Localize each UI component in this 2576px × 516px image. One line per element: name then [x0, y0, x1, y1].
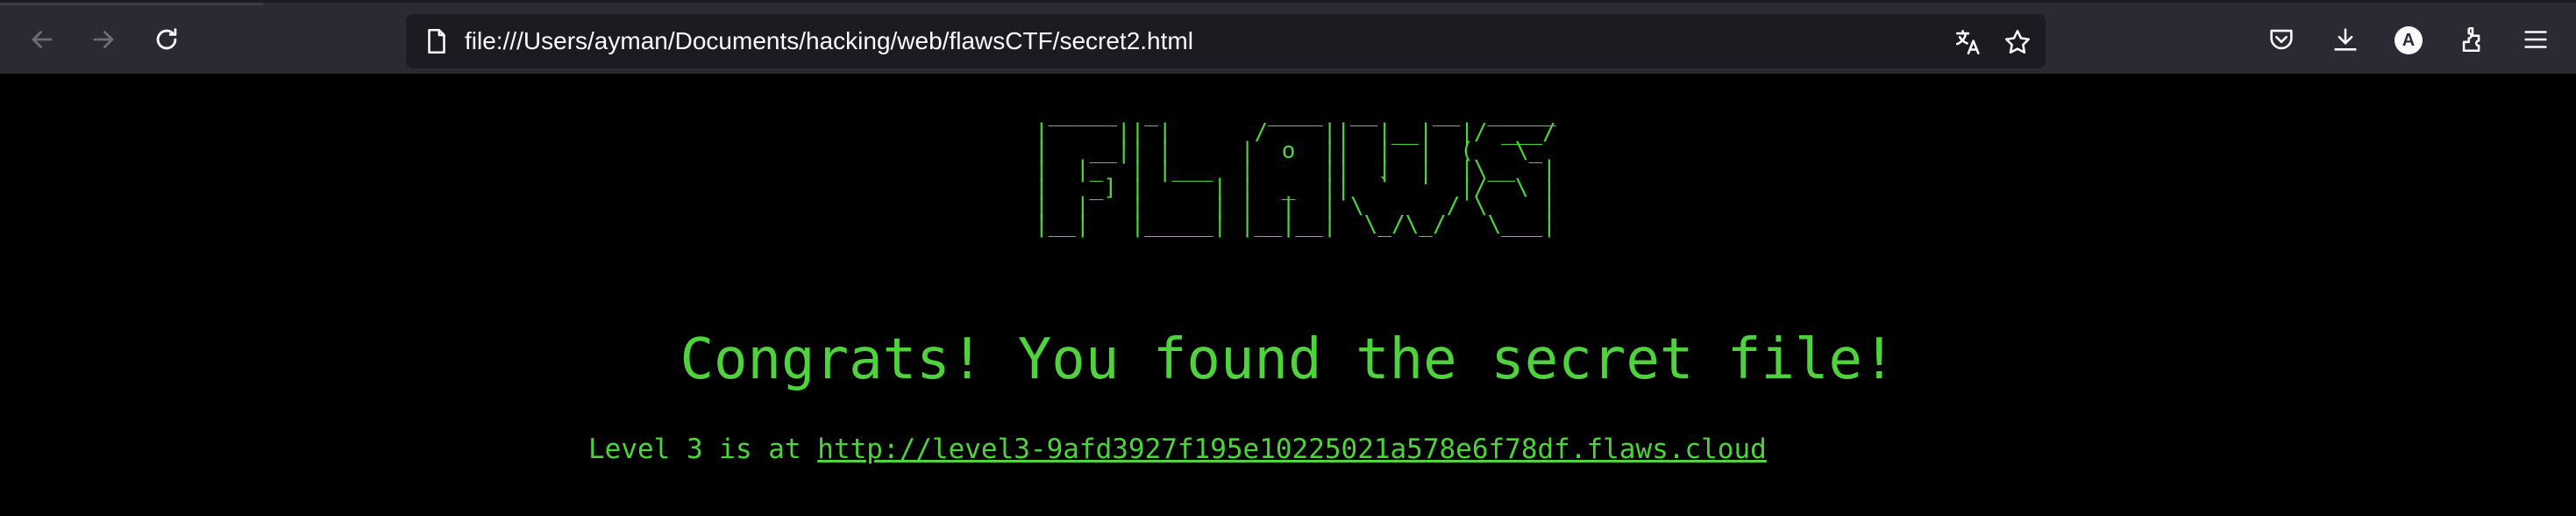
- extensions-button[interactable]: [2451, 18, 2494, 61]
- page-content: _____ _ ____ __ __ _____ | || | / || |__…: [0, 74, 2576, 516]
- arrow-left-icon: [32, 31, 53, 48]
- translate-button[interactable]: [1951, 25, 1986, 60]
- translate-icon: [1955, 29, 1980, 55]
- tab-strip-edge: [0, 3, 263, 5]
- star-icon: [2004, 29, 2031, 54]
- address-bar[interactable]: file:///Users/ayman/Documents/hacking/we…: [406, 14, 2046, 68]
- level-3-line: Level 3 is at http://level3-9afd3927f195…: [588, 432, 1767, 467]
- arrow-right-icon: [93, 31, 114, 48]
- pocket-icon: [2270, 29, 2293, 50]
- bookmark-button[interactable]: [2000, 25, 2035, 60]
- congrats-headline: Congrats! You found the secret file!: [680, 327, 1896, 392]
- hamburger-menu-icon: [2524, 31, 2547, 48]
- menu-button[interactable]: [2515, 18, 2557, 61]
- browser-toolbar: file:///Users/ayman/Documents/hacking/we…: [0, 0, 2576, 74]
- level-3-link[interactable]: http://level3-9afd3927f195e10225021a578e…: [817, 434, 1767, 465]
- reload-button[interactable]: [146, 18, 188, 61]
- level-3-label: Level 3 is at: [588, 434, 818, 465]
- download-icon: [2334, 28, 2357, 51]
- flaws-ascii-logo: _____ _ ____ __ __ _____ | || | / || |__…: [1035, 101, 1556, 238]
- url-text[interactable]: file:///Users/ayman/Documents/hacking/we…: [465, 14, 1193, 68]
- pocket-button[interactable]: [2260, 18, 2302, 61]
- page-icon: [428, 28, 445, 54]
- puzzle-icon: [2462, 26, 2480, 53]
- account-avatar[interactable]: A: [2395, 26, 2423, 54]
- reload-icon: [156, 28, 177, 50]
- back-button[interactable]: [21, 18, 63, 61]
- forward-button[interactable]: [82, 18, 125, 61]
- downloads-button[interactable]: [2324, 18, 2366, 61]
